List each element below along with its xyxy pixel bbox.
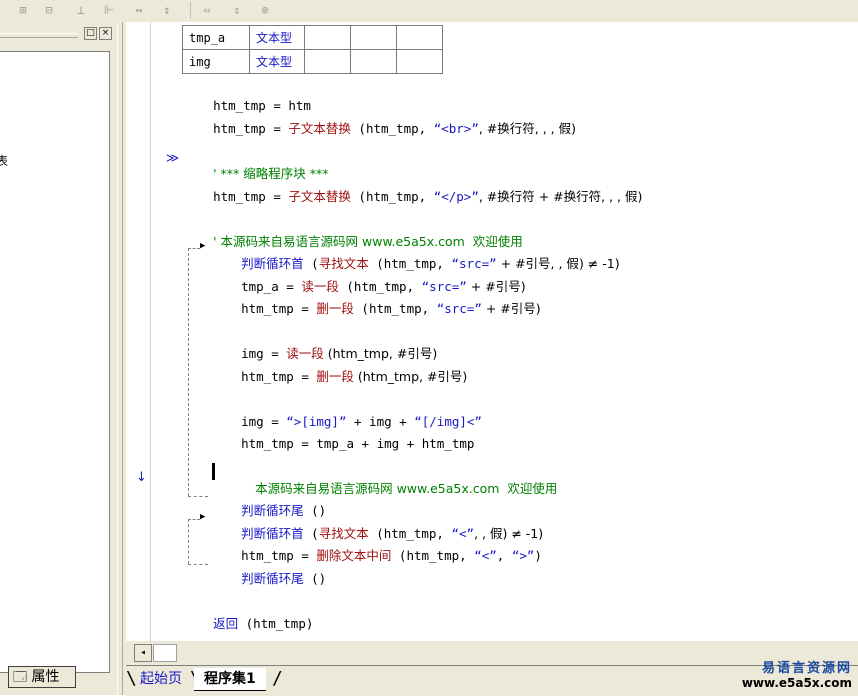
variable-table: tmp_a 文本型 img 文本型 (182, 25, 443, 74)
tab-program-set-1[interactable]: 程序集1 (194, 668, 266, 691)
table-row: tmp_a 文本型 (182, 25, 443, 50)
code-line-loop-end[interactable]: 判断循环尾 () (211, 555, 326, 603)
center-icon[interactable]: ⊕ (256, 2, 274, 19)
var-empty-cell[interactable] (350, 49, 397, 74)
table-row: img 文本型 (182, 49, 443, 74)
panel-close-button[interactable]: × (99, 27, 112, 40)
scroll-track[interactable] (153, 644, 177, 662)
tab-divider: / (272, 668, 283, 689)
loop-connector (188, 496, 208, 497)
var-type-cell[interactable]: 文本型 (249, 49, 305, 74)
properties-icon: 🗔 (13, 670, 28, 685)
watermark-title: 易语言资源网 (761, 661, 852, 676)
loop-connector (188, 564, 208, 565)
loop-connector (188, 248, 200, 249)
var-empty-cell[interactable] (396, 25, 443, 50)
loop-arrow-icon: ▶ (200, 512, 206, 522)
text-cursor (212, 463, 215, 480)
align-bottom-icon[interactable]: ⊥ (72, 2, 90, 19)
site-watermark: 易语言资源网 www.e5a5x.com (742, 657, 852, 690)
code-editor[interactable]: ↓ tmp_a 文本型 img 文本型 htm_tmp = htm htm_tm… (126, 22, 858, 641)
code-line[interactable]: htm_tmp = 删一段 (htm_tmp, #引号) (211, 353, 467, 401)
panel-minimize-button[interactable]: □ (84, 27, 97, 40)
height-equal-icon[interactable]: ↕ (158, 2, 176, 19)
tab-start-page[interactable]: 起始页 (130, 668, 192, 690)
code-line[interactable]: htm_tmp = 子文本替换 (htm_tmp, “<br>”, #换行符, … (183, 105, 576, 153)
var-empty-cell[interactable] (396, 49, 443, 74)
toolbar-separator (190, 2, 191, 19)
loop-connector (188, 519, 200, 520)
code-line[interactable]: htm_tmp = 删一段 (htm_tmp, “src=” + #引号) (211, 285, 541, 333)
watermark-url: www.e5a5x.com (741, 676, 852, 690)
panel-body: 表 (0, 51, 110, 673)
align-left-icon[interactable]: ⊞ (14, 2, 32, 19)
panel-grip[interactable] (0, 33, 78, 38)
loop-line (188, 248, 189, 496)
var-name-cell[interactable]: img (182, 49, 250, 74)
code-line[interactable]: htm_tmp = tmp_a + img + htm_tmp (211, 420, 474, 468)
height-fit-icon[interactable]: ⇕ (228, 2, 246, 19)
var-empty-cell[interactable] (304, 49, 351, 74)
left-panel: □ × 表 🗔 属性 (0, 22, 117, 695)
align-middle-icon[interactable]: ⊩ (100, 2, 118, 19)
code-line-return[interactable]: 返回 (htm_tmp) (183, 600, 313, 641)
loop-line (188, 519, 189, 564)
width-fit-icon[interactable]: ⇔ (198, 2, 216, 19)
properties-tab-label: 属性 (31, 669, 60, 685)
align-top-icon[interactable]: ⊟ (40, 2, 58, 19)
var-type-cell[interactable]: 文本型 (249, 25, 305, 50)
toolbar: ⊞ ⊟ ⊥ ⊩ ↔ ↕ ⇔ ⇕ ⊕ (0, 0, 858, 23)
width-equal-icon[interactable]: ↔ (130, 2, 148, 19)
var-empty-cell[interactable] (304, 25, 351, 50)
collapsed-block-icon[interactable]: ≫ (166, 150, 179, 166)
panel-header: □ × (0, 25, 117, 43)
properties-tab[interactable]: 🗔 属性 (8, 666, 76, 688)
code-line[interactable]: htm_tmp = 子文本替换 (htm_tmp, “</p>”, #换行符 +… (183, 173, 642, 221)
breakpoint-arrow-icon: ↓ (136, 470, 147, 485)
var-empty-cell[interactable] (350, 25, 397, 50)
editor-gutter: ↓ (126, 22, 151, 641)
panel-partial-text: 表 (0, 154, 9, 168)
loop-arrow-icon: ▶ (200, 241, 206, 251)
scroll-left-button[interactable]: ◂ (134, 644, 152, 662)
var-name-cell[interactable]: tmp_a (182, 25, 250, 50)
